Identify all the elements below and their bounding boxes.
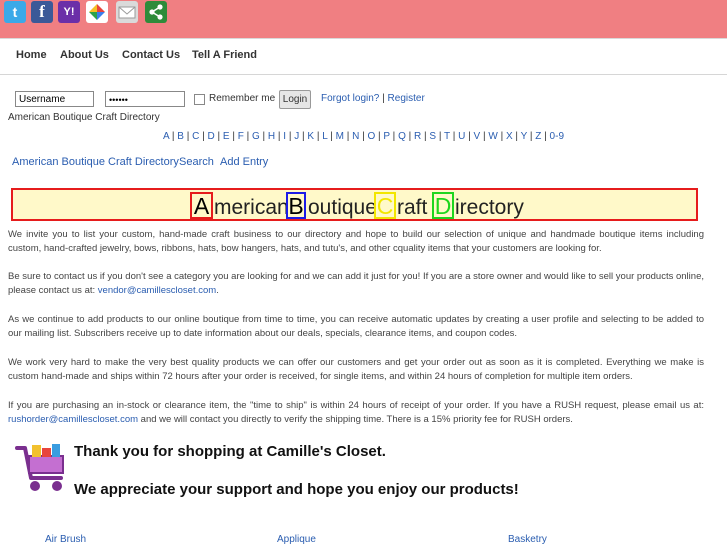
facebook-icon[interactable]: f	[31, 1, 53, 23]
quality-paragraph: We work very hard to make the very best …	[8, 357, 704, 382]
mail-icon[interactable]	[116, 1, 138, 23]
alphabet-separator: |	[286, 131, 295, 142]
alphabet-link[interactable]: X	[506, 131, 513, 142]
alphabet-link[interactable]: 0-9	[550, 131, 564, 142]
contact-text-end: .	[216, 285, 219, 296]
alphabet-separator: |	[229, 131, 238, 142]
alphabet-separator: |	[183, 131, 193, 142]
thanks-line-2: We appreciate your support and hope you …	[74, 481, 519, 498]
alphabet-separator: |	[541, 131, 550, 142]
twitter-icon[interactable]: t	[4, 1, 26, 23]
alphabet-link[interactable]: B	[177, 131, 184, 142]
alphabet-separator: |	[214, 131, 223, 142]
password-field[interactable]: ••••••	[105, 91, 185, 107]
directory-banner: A merican B outique C raft D irectory	[11, 188, 698, 221]
remember-me-label: Remember me	[209, 93, 276, 104]
search-link[interactable]: Search	[179, 156, 214, 168]
alphabet-separator: |	[465, 131, 474, 142]
alphabet-separator: |	[343, 131, 353, 142]
alphabet-separator: |	[405, 131, 414, 142]
banner-word-boutique: outique	[308, 196, 377, 219]
alphabet-link[interactable]: G	[252, 131, 260, 142]
category-applique[interactable]: Applique	[277, 534, 316, 545]
rush-email-link[interactable]: rushorder@camillescloset.com	[8, 414, 138, 425]
rush-paragraph: If you are purchasing an in-stock or cle…	[8, 399, 704, 427]
alphabet-separator: |	[314, 131, 323, 142]
alphabet-link[interactable]: Q	[398, 131, 406, 142]
thanks-line-1: Thank you for shopping at Camille's Clos…	[74, 443, 386, 460]
username-field[interactable]: Username	[15, 91, 94, 107]
nav-home[interactable]: Home	[16, 49, 47, 61]
contact-paragraph: Be sure to contact us if you don't see a…	[8, 270, 704, 298]
register-link[interactable]: Register	[388, 93, 425, 104]
main-nav: Home About Us Contact Us Tell A Friend	[0, 39, 727, 75]
link-separator: |	[382, 93, 385, 104]
shopping-cart-icon	[15, 442, 69, 497]
nav-tell-a-friend[interactable]: Tell A Friend	[192, 49, 257, 61]
category-air-brush[interactable]: Air Brush	[45, 534, 86, 545]
banner-word-directory: irectory	[455, 196, 524, 219]
share-icon[interactable]	[145, 1, 167, 23]
banner-letter-b: B	[286, 192, 306, 219]
alphabet-link[interactable]: M	[336, 131, 344, 142]
alphabet-separator: |	[497, 131, 506, 142]
alphabet-link[interactable]: D	[207, 131, 214, 142]
breadcrumb: American Boutique Craft Directory	[8, 112, 160, 123]
share-bar: t f Y!	[0, 0, 727, 39]
rush-text: If you are purchasing an in-stock or cle…	[8, 400, 704, 411]
alphabet-separator: |	[436, 131, 445, 142]
alphabet-separator: |	[259, 131, 268, 142]
alphabet-link[interactable]: W	[488, 131, 497, 142]
alphabet-separator: |	[512, 131, 521, 142]
nav-about-us[interactable]: About Us	[60, 49, 109, 61]
alphabet-separator: |	[389, 131, 399, 142]
vendor-email-link[interactable]: vendor@camillescloset.com	[98, 285, 216, 296]
alphabet-separator: |	[243, 131, 252, 142]
login-button[interactable]: Login	[279, 90, 311, 109]
intro-paragraph: We invite you to list your custom, hand-…	[8, 229, 704, 254]
add-entry-link[interactable]: Add Entry	[220, 156, 268, 168]
nav-contact-us[interactable]: Contact Us	[122, 49, 180, 61]
banner-word-american: merican	[214, 196, 289, 219]
alphabet-index: A | B | C | D | E | F | G | H | I | J | …	[0, 131, 727, 142]
banner-letter-a: A	[190, 192, 213, 219]
login-form: Username •••••• Remember me Login Forgot…	[0, 90, 727, 110]
forgot-login-link[interactable]: Forgot login?	[321, 93, 379, 104]
alphabet-separator: |	[449, 131, 459, 142]
alphabet-link[interactable]: E	[223, 131, 230, 142]
alphabet-separator: |	[327, 131, 336, 142]
banner-word-craft: raft	[397, 196, 428, 219]
directory-link[interactable]: American Boutique Craft Directory	[12, 156, 179, 168]
rush-text-end: and we will contact you directly to veri…	[138, 414, 573, 425]
google-icon[interactable]	[86, 1, 108, 23]
mailing-paragraph: As we continue to add products to our on…	[8, 314, 704, 339]
banner-letter-c: C	[374, 192, 396, 219]
remember-me-checkbox[interactable]	[194, 94, 205, 105]
banner-letter-d: D	[432, 192, 454, 219]
category-basketry[interactable]: Basketry	[508, 534, 547, 545]
yahoo-icon[interactable]: Y!	[58, 1, 80, 23]
